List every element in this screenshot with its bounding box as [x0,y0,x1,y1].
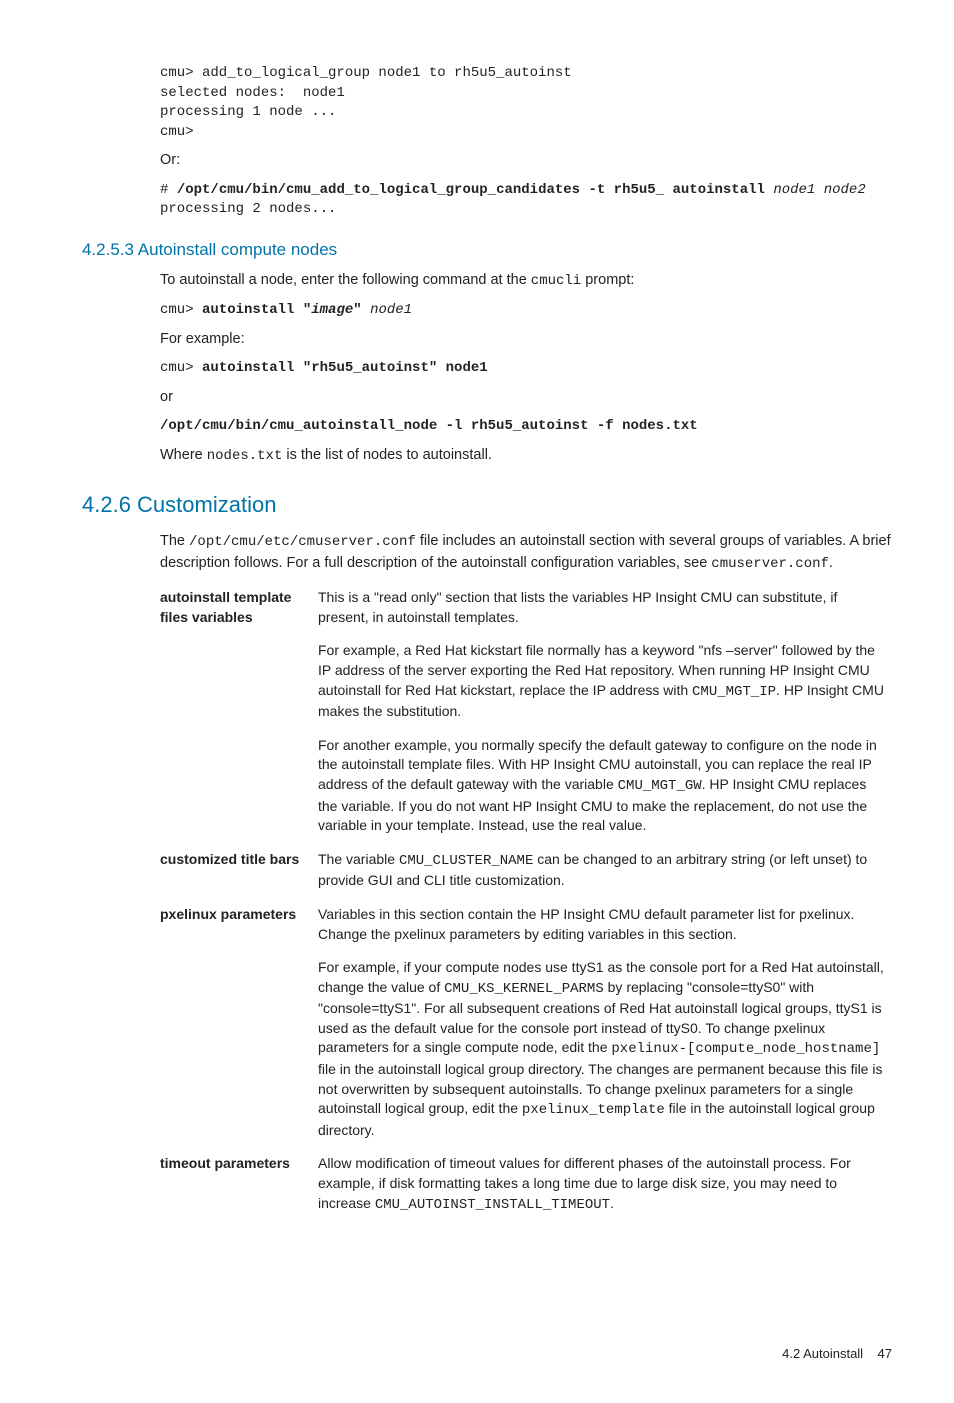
paragraph: or [160,387,892,407]
definition-list: autoinstall template files variables Thi… [160,584,892,1225]
term-pxelinux: pxelinux parameters [160,901,318,1151]
code-block: cmu> autoinstall "rh5u5_autoinst" node1 [160,359,892,379]
definition-text: Allow modification of timeout values for… [318,1150,892,1225]
paragraph: For example: [160,329,892,349]
definition-text: This is a "read only" section that lists… [318,584,892,637]
heading-4253: 4.2.5.3 Autoinstall compute nodes [82,238,892,262]
term-autoinstall: autoinstall template files variables [160,584,318,846]
paragraph: The /opt/cmu/etc/cmuserver.conf file inc… [160,531,892,574]
definition-text: Variables in this section contain the HP… [318,901,892,954]
term-timeout: timeout parameters [160,1150,318,1225]
page-footer: 4.2 Autoinstall 47 [82,1345,892,1363]
code-block: /opt/cmu/bin/cmu_autoinstall_node -l rh5… [160,417,892,437]
or-label: Or: [160,150,892,170]
footer-section: 4.2 Autoinstall [782,1346,863,1361]
footer-page-number: 47 [878,1346,892,1361]
paragraph: Where nodes.txt is the list of nodes to … [160,445,892,467]
code-block: cmu> add_to_logical_group node1 to rh5u5… [160,64,892,142]
paragraph: To autoinstall a node, enter the followi… [160,270,892,292]
code-block: # /opt/cmu/bin/cmu_add_to_logical_group_… [160,181,892,220]
term-custom-title: customized title bars [160,846,318,901]
definition-text: For example, if your compute nodes use t… [318,954,892,1150]
definition-text: For example, a Red Hat kickstart file no… [318,637,892,731]
definition-text: For another example, you normally specif… [318,732,892,846]
definition-text: The variable CMU_CLUSTER_NAME can be cha… [318,846,892,901]
heading-426: 4.2.6 Customization [82,490,892,521]
code-block: cmu> autoinstall "image" node1 [160,301,892,321]
